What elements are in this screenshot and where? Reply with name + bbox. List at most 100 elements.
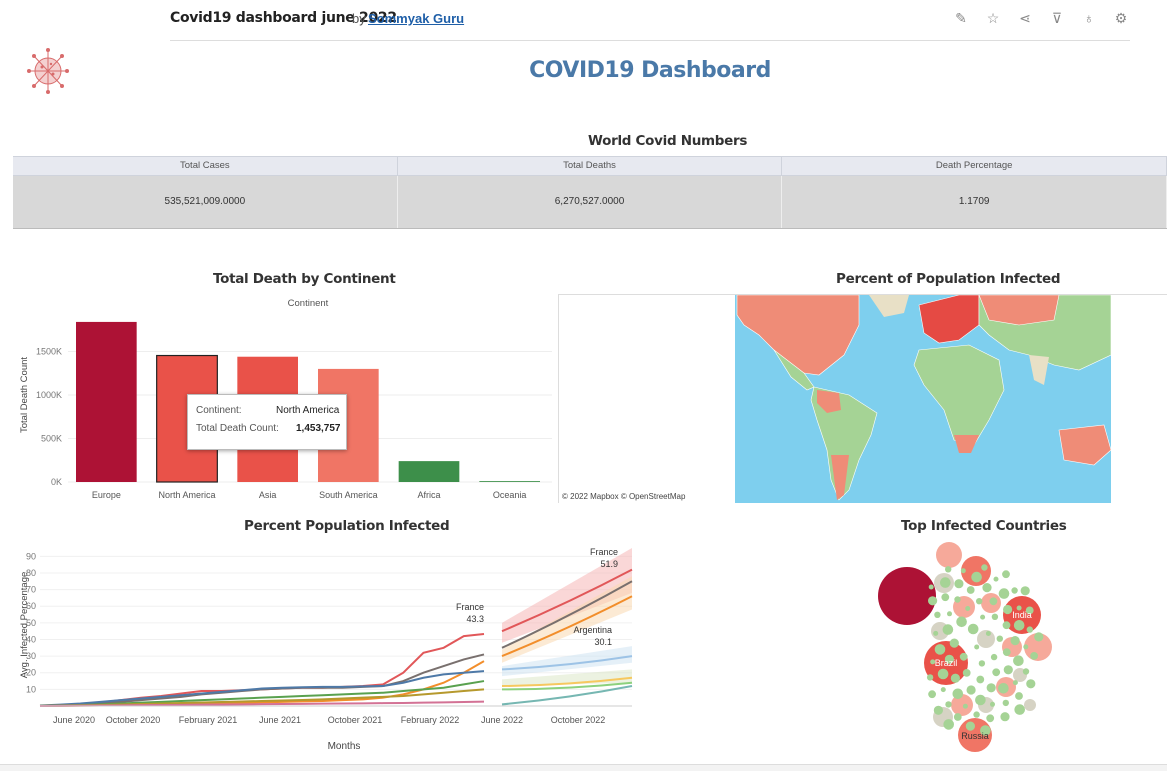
bubble[interactable]	[1014, 704, 1025, 715]
bubble[interactable]	[954, 579, 964, 589]
bubble[interactable]	[945, 701, 952, 708]
bubble[interactable]	[975, 694, 986, 706]
bubble[interactable]	[940, 687, 946, 693]
bubble[interactable]	[1013, 620, 1025, 631]
bubble[interactable]	[981, 564, 988, 571]
bubble[interactable]	[986, 683, 996, 693]
bubble[interactable]	[977, 630, 995, 648]
download-icon[interactable]: ⊽	[1048, 9, 1066, 27]
bubble[interactable]	[945, 566, 952, 573]
bubble[interactable]	[943, 719, 954, 730]
bubble-usa[interactable]	[878, 567, 936, 625]
bubble[interactable]	[942, 624, 954, 635]
bubble[interactable]	[934, 611, 941, 618]
bubble[interactable]	[971, 571, 982, 583]
bubble[interactable]	[1024, 699, 1036, 711]
bubble[interactable]	[965, 606, 971, 611]
bubble[interactable]	[936, 542, 962, 568]
bubble[interactable]	[990, 701, 995, 707]
author-link[interactable]: Sommyak Guru	[368, 11, 464, 26]
bubble[interactable]	[982, 583, 992, 593]
bar[interactable]	[479, 481, 540, 482]
bubble[interactable]	[986, 714, 995, 723]
header-total-deaths: Total Deaths	[398, 157, 783, 175]
bubble[interactable]	[962, 669, 971, 677]
bubble[interactable]	[960, 568, 966, 574]
top-bar: Covid19 dashboard june 2022 by Sommyak G…	[170, 0, 1130, 41]
badge-icon[interactable]: ♁	[1080, 9, 1098, 27]
bubble[interactable]	[934, 644, 946, 655]
bubble[interactable]	[980, 614, 986, 620]
bubble[interactable]	[998, 683, 1009, 694]
russia-region[interactable]	[978, 295, 1060, 326]
bubble[interactable]	[1003, 604, 1013, 615]
bubble[interactable]	[998, 588, 1010, 599]
bubble[interactable]	[1026, 626, 1033, 633]
bubble[interactable]	[954, 596, 961, 603]
bubble[interactable]	[1002, 699, 1009, 707]
bubble[interactable]	[928, 596, 938, 606]
bubble[interactable]	[933, 705, 943, 715]
star-icon[interactable]: ☆	[984, 9, 1002, 27]
bubble[interactable]	[1011, 587, 1018, 594]
bubble[interactable]	[1034, 632, 1044, 642]
bubble[interactable]	[993, 576, 999, 582]
line-series[interactable]	[39, 660, 485, 707]
bubble[interactable]	[966, 586, 975, 594]
bubble[interactable]	[947, 611, 952, 617]
bubble[interactable]	[1002, 621, 1011, 630]
bubble[interactable]	[1002, 570, 1010, 579]
bubble[interactable]	[1015, 692, 1023, 700]
bubble[interactable]	[962, 703, 968, 709]
bubble[interactable]	[989, 597, 998, 606]
bubble[interactable]	[928, 690, 936, 699]
bubble[interactable]	[959, 652, 968, 661]
edit-icon[interactable]: ✎	[952, 9, 970, 27]
bubble[interactable]	[978, 660, 986, 667]
bubble[interactable]	[992, 668, 1001, 677]
bubble[interactable]	[926, 674, 934, 681]
infection-map[interactable]: © 2022 Mapbox © OpenStreetMap	[558, 294, 1167, 503]
bubble[interactable]	[1023, 644, 1029, 650]
bubble-chart-title: Top Infected Countries	[901, 518, 1067, 534]
bubble[interactable]	[940, 577, 951, 588]
bubble[interactable]	[990, 653, 998, 661]
share-icon[interactable]: ⋖	[1016, 9, 1034, 27]
table-row[interactable]: 535,521,009.0000 6,270,527.0000 1.1709	[13, 176, 1167, 229]
bubble[interactable]	[976, 598, 983, 605]
bubble[interactable]	[950, 673, 960, 683]
bar[interactable]	[76, 321, 137, 482]
bubble[interactable]	[1002, 648, 1011, 656]
line-y-tick: 40	[26, 634, 36, 644]
bubble[interactable]	[967, 623, 979, 635]
bar-y-tick: 500K	[41, 434, 62, 444]
bubble[interactable]	[937, 668, 949, 680]
bubble[interactable]	[1013, 655, 1024, 666]
bubble[interactable]	[952, 688, 964, 700]
bubble[interactable]	[1000, 712, 1010, 722]
bubble[interactable]	[949, 638, 959, 648]
bubble[interactable]	[973, 711, 980, 718]
bubble[interactable]	[953, 713, 962, 721]
bubble[interactable]	[965, 721, 975, 731]
bubble[interactable]	[1020, 586, 1030, 596]
bubble[interactable]	[933, 630, 939, 636]
bubble[interactable]	[928, 584, 934, 590]
bubble[interactable]	[941, 593, 950, 602]
bubble[interactable]	[1022, 668, 1030, 675]
bubble[interactable]	[1012, 680, 1018, 686]
bubble[interactable]	[1003, 665, 1013, 675]
bubble[interactable]	[1030, 652, 1038, 660]
bubble[interactable]	[985, 631, 991, 636]
bubble[interactable]	[1026, 679, 1036, 689]
bubble[interactable]	[956, 616, 967, 628]
bubble[interactable]	[991, 613, 999, 620]
bubble[interactable]	[966, 685, 976, 695]
bar[interactable]	[398, 461, 460, 482]
bubble[interactable]	[976, 675, 985, 684]
bubble[interactable]	[974, 644, 980, 650]
bubble[interactable]	[1010, 636, 1020, 646]
bubble[interactable]	[996, 635, 1003, 642]
line-annotation-label: France	[590, 547, 618, 557]
settings-icon[interactable]: ⚙	[1112, 9, 1130, 27]
